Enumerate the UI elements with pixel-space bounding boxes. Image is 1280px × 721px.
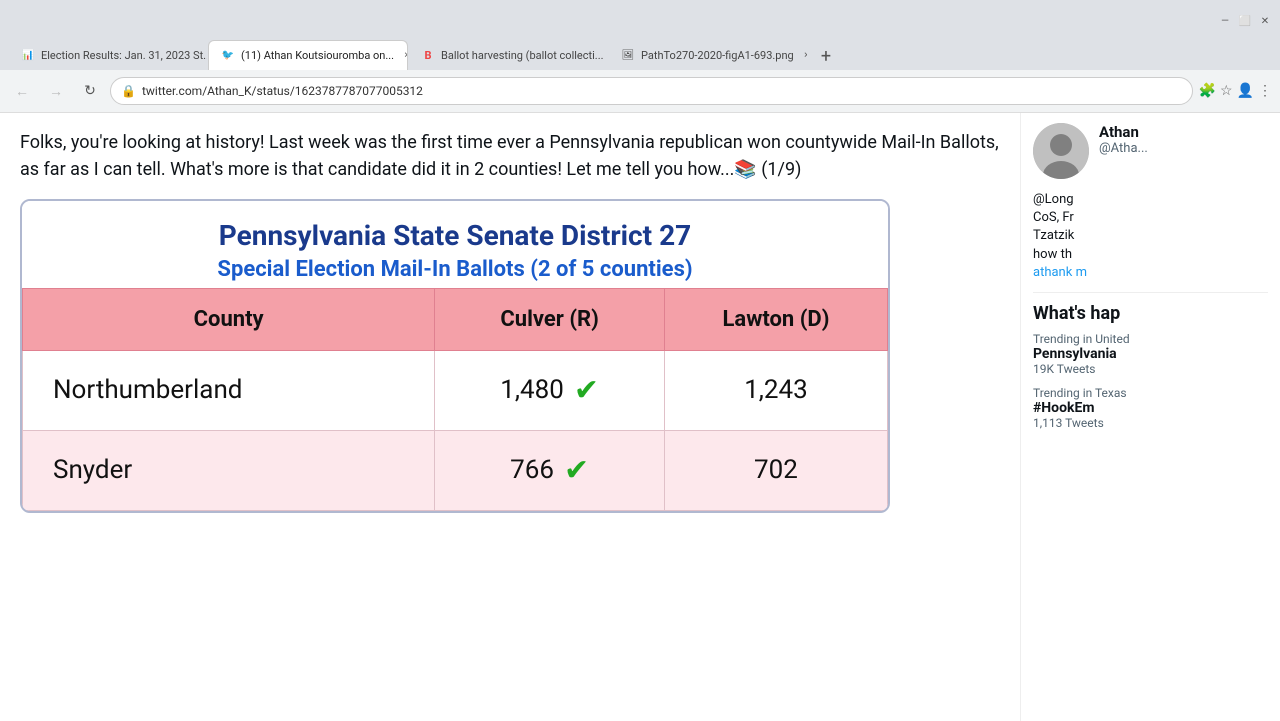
sidebar-divider	[1033, 292, 1268, 293]
culver-value-snyder: 766 ✔	[451, 453, 648, 488]
profile-section: Athan @Atha...	[1033, 123, 1268, 179]
trend-item-pennsylvania[interactable]: Trending in United Pennsylvania 19K Twee…	[1033, 332, 1268, 376]
main-content: Folks, you're looking at history! Last w…	[0, 113, 1020, 721]
trend-name-hookem: #HookEm	[1033, 400, 1268, 416]
col-header-culver: Culver (R)	[435, 288, 665, 350]
tweet-body: Folks, you're looking at history! Last w…	[0, 113, 1020, 513]
tab-label-2: (11) Athan Koutsiouromba on...	[241, 49, 394, 62]
trend-context-hookem: Trending in Texas	[1033, 386, 1268, 400]
culver-cell-snyder: 766 ✔	[435, 430, 665, 510]
url-bar[interactable]: 🔒 twitter.com/Athan_K/status/16237877870…	[110, 77, 1193, 105]
reload-button[interactable]: ↻	[76, 77, 104, 105]
browser-chrome: — ⬜ ✕ 📊 Election Results: Jan. 31, 2023 …	[0, 0, 1280, 113]
table-row: Northumberland 1,480 ✔ 1,243	[23, 350, 888, 430]
profile-icon[interactable]: 👤	[1237, 83, 1254, 99]
tab-favicon-3: B	[421, 49, 435, 63]
close-button[interactable]: ✕	[1258, 14, 1272, 28]
tab-favicon-4: 🖼	[621, 49, 635, 63]
avatar	[1033, 123, 1089, 179]
trend-count-pennsylvania: 19K Tweets	[1033, 362, 1268, 376]
table-header-row: County Culver (R) Lawton (D)	[23, 288, 888, 350]
menu-icon[interactable]: ⋮	[1258, 83, 1272, 99]
culver-value-northumberland: 1,480 ✔	[451, 373, 648, 408]
trend-item-hookem[interactable]: Trending in Texas #HookEm 1,113 Tweets	[1033, 386, 1268, 430]
col-header-county: County	[23, 288, 435, 350]
lawton-cell-snyder: 702	[664, 430, 887, 510]
tab-favicon-1: 📊	[21, 49, 35, 63]
county-cell-snyder: Snyder	[23, 430, 435, 510]
tab-label-4: PathTo270-2020-figA1-693.png	[641, 49, 794, 62]
profile-name: Athan	[1099, 123, 1268, 141]
profile-handle: @Atha...	[1099, 141, 1268, 156]
election-data-table: County Culver (R) Lawton (D) Northumberl…	[22, 288, 888, 511]
tab-ballot-harvesting[interactable]: B Ballot harvesting (ballot collecti... …	[408, 40, 608, 70]
culver-cell-northumberland: 1,480 ✔	[435, 350, 665, 430]
address-bar-icons: 🧩 ☆ 👤 ⋮	[1199, 83, 1272, 99]
tab-pathto270[interactable]: 🖼 PathTo270-2020-figA1-693.png ×	[608, 40, 808, 70]
forward-button[interactable]: →	[42, 77, 70, 105]
back-button[interactable]: ←	[8, 77, 36, 105]
new-tab-button[interactable]: +	[812, 42, 840, 70]
whats-happening-title: What's hap	[1033, 303, 1268, 324]
win-checkmark-northumberland: ✔	[574, 373, 599, 408]
url-text: twitter.com/Athan_K/status/1623787787077…	[142, 84, 1182, 98]
table-title-section: Pennsylvania State Senate District 27 Sp…	[22, 201, 888, 288]
profile-link[interactable]: athank m	[1033, 265, 1087, 280]
profile-info: Athan @Atha...	[1099, 123, 1268, 179]
tab-favicon-2: 🐦	[221, 49, 235, 63]
tab-close-4[interactable]: ×	[800, 49, 808, 63]
table-row: Snyder 766 ✔ 702	[23, 430, 888, 510]
tabs-bar: 📊 Election Results: Jan. 31, 2023 St... …	[0, 36, 1280, 70]
lawton-cell-northumberland: 1,243	[664, 350, 887, 430]
tab-close-2[interactable]: ×	[400, 49, 408, 63]
extensions-icon[interactable]: 🧩	[1199, 83, 1216, 99]
minimize-button[interactable]: —	[1218, 14, 1232, 28]
tweet-text: Folks, you're looking at history! Last w…	[20, 129, 1000, 183]
tab-twitter-athan[interactable]: 🐦 (11) Athan Koutsiouromba on... ×	[208, 40, 408, 70]
right-sidebar: Athan @Atha... @Long CoS, Fr Tzatzik how…	[1020, 113, 1280, 721]
election-table-card: Pennsylvania State Senate District 27 Sp…	[20, 199, 890, 513]
window-controls: — ⬜ ✕	[1218, 14, 1272, 28]
col-header-lawton: Lawton (D)	[664, 288, 887, 350]
trend-name-pennsylvania: Pennsylvania	[1033, 346, 1268, 362]
table-title-sub: Special Election Mail-In Ballots (2 of 5…	[32, 257, 878, 282]
maximize-button[interactable]: ⬜	[1238, 14, 1252, 28]
win-checkmark-snyder: ✔	[564, 453, 589, 488]
tab-label-1: Election Results: Jan. 31, 2023 St...	[41, 49, 208, 62]
tab-label-3: Ballot harvesting (ballot collecti...	[441, 49, 604, 62]
tab-election-results[interactable]: 📊 Election Results: Jan. 31, 2023 St... …	[8, 40, 208, 70]
lock-icon: 🔒	[121, 84, 136, 98]
table-title-main: Pennsylvania State Senate District 27	[32, 219, 878, 253]
trend-count-hookem: 1,113 Tweets	[1033, 416, 1268, 430]
bookmark-icon[interactable]: ☆	[1220, 83, 1233, 99]
trend-context-pennsylvania: Trending in United	[1033, 332, 1268, 346]
profile-bio: @Long CoS, Fr Tzatzik how th athank m	[1033, 191, 1268, 282]
address-bar: ← → ↻ 🔒 twitter.com/Athan_K/status/16237…	[0, 70, 1280, 112]
county-cell-northumberland: Northumberland	[23, 350, 435, 430]
title-bar: — ⬜ ✕	[0, 0, 1280, 36]
page-layout: Folks, you're looking at history! Last w…	[0, 113, 1280, 721]
